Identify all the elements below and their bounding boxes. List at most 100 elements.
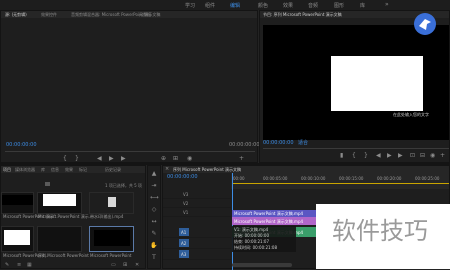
ruler-tick: 00:00:10:00 [301, 176, 326, 181]
source-monitor-panel: 源: (无剪辑) 效果控件 音频剪辑混合器: Microsoft PowerPo… [0, 10, 260, 163]
program-monitor-title[interactable]: 节目: 序列 Microsoft PowerPoint 演示文稿 [263, 12, 342, 18]
program-timecode[interactable]: 00:00:00:00 [263, 140, 294, 146]
program-extract-icon[interactable]: ⊟ [420, 153, 425, 159]
tooltip-line: 持续时间: 00:00:21:08 [234, 245, 278, 250]
fit-dropdown[interactable]: 适合 [298, 140, 308, 146]
project-item-label: 带水印(输出).mp4 [90, 214, 124, 219]
folder-icon[interactable] [45, 182, 50, 186]
workspace-effects[interactable]: 效果 [283, 2, 293, 9]
work-area-bar[interactable] [233, 183, 449, 184]
track-select-tool-icon[interactable]: ⇥ [150, 182, 158, 190]
project-item-thumbnail[interactable] [89, 192, 134, 214]
program-export-frame-icon[interactable]: ◉ [430, 153, 435, 159]
video-clip-v2[interactable]: Microsoft PowerPoint 演示文稿.mp4 [232, 210, 320, 217]
clip-label: Microsoft PowerPoint 演示文稿.mp4 [234, 211, 304, 216]
program-transport-controls: ▮ { } ◀ ▶ ▶ ⊡ ⊟ ◉ + [260, 153, 449, 163]
project-item-label: Microsoft PowerPoint [90, 253, 132, 258]
project-footer: ✎ ≡ ▦ ▭ ⊞ ✕ [1, 262, 145, 269]
video-clip-v1[interactable]: Microsoft PowerPoint 演示文稿.mp4 [232, 217, 320, 225]
hand-tool-icon[interactable]: ✋ [150, 242, 158, 250]
program-step-back-icon[interactable]: ◀ [376, 153, 381, 159]
mark-in-icon[interactable]: { [63, 156, 67, 162]
pencil-icon[interactable]: ✎ [5, 262, 9, 268]
source-scrub-bar[interactable] [5, 151, 255, 152]
program-go-in-icon[interactable]: } [364, 153, 368, 159]
tab-history[interactable]: 历史记录 [105, 167, 121, 173]
workspace-assembly[interactable]: 组件 [205, 2, 215, 9]
track-label-v2: V2 [183, 201, 189, 206]
track-label-v3: V3 [183, 192, 189, 197]
program-lift-icon[interactable]: ⊡ [410, 153, 415, 159]
tab-effects[interactable]: 效果 [65, 167, 73, 173]
program-mark-in-icon[interactable]: ▮ [340, 153, 343, 159]
watermark-text: 软件技巧 [332, 217, 428, 245]
program-play-icon[interactable]: ▶ [387, 153, 392, 159]
tab-metadata[interactable]: 元数据 [139, 12, 151, 18]
razor-tool-icon[interactable]: ◇ [150, 206, 158, 214]
workspace-editing[interactable]: 编辑 [230, 2, 240, 9]
tab-effect-controls[interactable]: 效果控件 [41, 12, 57, 18]
logo-icon [414, 13, 436, 35]
program-add-button-icon[interactable]: + [440, 153, 445, 159]
tools-panel: ▲ ⇥ ⟷ ◇ ↔ ✎ ✋ T [147, 165, 161, 269]
pen-tool-icon[interactable]: ✎ [150, 230, 158, 238]
timeline-horizontal-scrollbar[interactable] [232, 263, 292, 267]
program-step-forward-icon[interactable]: ▶ [398, 153, 403, 159]
new-item-icon[interactable]: ⊞ [123, 262, 127, 268]
timeline-timecode[interactable]: 00:00:00:00 [167, 174, 198, 180]
tab-media-browser[interactable]: 媒体浏览器 [15, 167, 35, 173]
ruler-tick: 00:00:15:00 [339, 176, 364, 181]
tooltip-line: V1: 演示文稿.mp4 [234, 227, 269, 232]
program-scrub-bar[interactable] [263, 148, 449, 149]
bird-icon [419, 19, 431, 30]
track-label-a2: A2 [181, 241, 187, 246]
track-label-a3: A3 [181, 252, 187, 257]
ruler-tick: 00:00:05:00 [263, 176, 288, 181]
tab-markers[interactable]: 标记 [79, 167, 87, 173]
type-tool-icon[interactable]: T [150, 254, 158, 262]
icon-view-icon[interactable]: ▦ [27, 262, 32, 268]
document-icon [108, 197, 116, 207]
insert-icon[interactable]: ⊕ [161, 156, 166, 162]
tab-info[interactable]: 信息 [51, 167, 59, 173]
play-icon[interactable]: ▶ [109, 156, 114, 162]
clip-label: Microsoft PowerPoint 演示文稿.mp4 [234, 219, 304, 224]
workspace-graphics[interactable]: 图形 [334, 2, 344, 9]
ripple-edit-tool-icon[interactable]: ⟷ [150, 194, 159, 202]
list-view-icon[interactable]: ≡ [17, 262, 21, 268]
tab-source[interactable]: 源: (无剪辑) [5, 12, 27, 18]
project-item-thumbnail[interactable] [37, 192, 82, 214]
close-sequence-icon[interactable]: × [165, 166, 169, 172]
mark-out-icon[interactable]: } [75, 156, 79, 162]
source-end-timecode: 00:00:00:00 [229, 142, 260, 148]
trash-icon[interactable]: ✕ [135, 262, 139, 268]
track-headers: V3 V2 V1 A1 A2 A3 [163, 190, 231, 270]
source-timecode[interactable]: 00:00:00:00 [6, 142, 37, 148]
slip-tool-icon[interactable]: ↔ [150, 218, 158, 226]
new-bin-icon[interactable]: ▭ [111, 262, 116, 268]
export-frame-icon[interactable]: ◉ [187, 156, 192, 162]
project-item-thumbnail-selected[interactable] [89, 226, 134, 252]
tooltip-line: 结束: 00:00:21:07 [234, 239, 270, 244]
overwrite-icon[interactable]: ⊞ [173, 156, 178, 162]
workspace-libraries[interactable]: 库 [360, 2, 365, 9]
step-forward-icon[interactable]: ▶ [121, 156, 126, 162]
tab-libraries[interactable]: 库 [41, 167, 45, 173]
project-item-label: Microsoft PowerPoint 演示... [38, 214, 93, 219]
project-item-thumbnail[interactable] [37, 226, 82, 252]
tab-project[interactable]: 项目 [3, 167, 11, 173]
program-video-frame: 在此处输入您的文字 [263, 25, 449, 140]
selection-tool-icon[interactable]: ▲ [150, 170, 158, 178]
slide-preview [331, 56, 423, 111]
project-item-thumbnail[interactable] [1, 192, 34, 214]
workspace-learning[interactable]: 学习 [185, 2, 195, 9]
project-item-thumbnail[interactable] [1, 226, 34, 252]
program-mark-out-icon[interactable]: { [352, 153, 356, 159]
workspace-color[interactable]: 颜色 [258, 2, 268, 9]
time-ruler[interactable]: 00:00 00:00:05:00 00:00:10:00 00:00:15:0… [231, 173, 449, 189]
step-back-icon[interactable]: ◀ [97, 156, 102, 162]
caption-overlay: 在此处输入您的文字 [393, 112, 429, 117]
workspace-audio[interactable]: 音频 [308, 2, 318, 9]
add-button-icon[interactable]: + [239, 156, 244, 162]
more-workspaces-icon[interactable]: » [385, 1, 393, 9]
